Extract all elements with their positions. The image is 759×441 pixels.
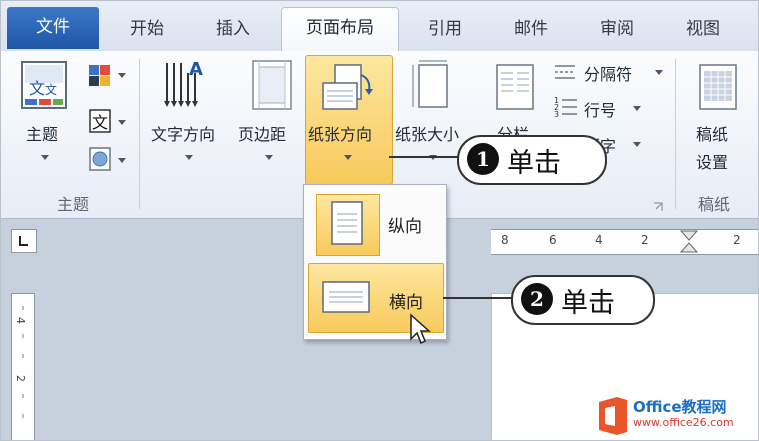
manuscript-label-2[interactable]: 设置: [696, 149, 728, 173]
portrait-page-icon: [331, 201, 363, 245]
watermark: Office教程网 www.office26.com: [591, 394, 756, 438]
breaks-label[interactable]: 分隔符: [584, 61, 632, 85]
theme-colors-icon[interactable]: [89, 63, 129, 87]
ribbon-separator: [139, 59, 140, 209]
tab-selector[interactable]: [11, 229, 37, 253]
callout-1: 1 单击: [457, 135, 607, 185]
orientation-arrow[interactable]: [344, 155, 352, 160]
ruler-number: 2: [733, 233, 741, 247]
text-direction-arrow[interactable]: [185, 155, 193, 160]
themes-icon[interactable]: 文文: [21, 61, 67, 111]
tab-home[interactable]: 开始: [109, 9, 185, 51]
size-label[interactable]: 纸张大小: [395, 121, 459, 145]
watermark-url: www.office26.com: [633, 416, 734, 429]
theme-effects-icon[interactable]: [89, 147, 129, 173]
tab-file[interactable]: 文件: [7, 7, 99, 49]
callout-2-leader: [443, 297, 513, 299]
portrait-label: 纵向: [388, 217, 422, 237]
tab-view[interactable]: 视图: [665, 9, 741, 51]
ribbon-tab-strip: 文件 开始 插入 页面布局 引用 邮件 审阅 视图: [1, 1, 758, 53]
manuscript-label-1[interactable]: 稿纸: [696, 121, 728, 145]
manuscript-icon[interactable]: [698, 63, 738, 113]
margins-icon[interactable]: [249, 59, 295, 115]
tab-mailings[interactable]: 邮件: [493, 9, 569, 51]
ruler-number: 2: [641, 233, 649, 247]
breaks-icon[interactable]: [553, 63, 579, 83]
breaks-arrow[interactable]: [655, 70, 663, 75]
text-direction-label[interactable]: 文字方向: [151, 121, 215, 145]
svg-text:文: 文: [45, 82, 57, 97]
svg-text:3: 3: [554, 110, 559, 119]
landscape-label: 横向: [389, 293, 423, 313]
ruler-number: 4: [595, 233, 603, 247]
text-direction-icon[interactable]: A: [161, 59, 211, 115]
manuscript-group-label: 稿纸: [698, 195, 731, 214]
columns-icon[interactable]: [495, 63, 535, 113]
orientation-label[interactable]: 纸张方向: [308, 121, 372, 145]
callout-2-number: 2: [521, 283, 553, 315]
ruler-number: 4: [14, 317, 27, 324]
mouse-pointer-icon: [410, 313, 431, 345]
ruler-number: 8: [501, 233, 509, 247]
callout-2: 2 单击: [511, 275, 655, 325]
margins-arrow[interactable]: [265, 155, 273, 160]
line-numbers-arrow[interactable]: [633, 106, 641, 111]
line-numbers-label[interactable]: 行号: [584, 97, 616, 121]
tab-references[interactable]: 引用: [407, 9, 483, 51]
size-icon[interactable]: [409, 59, 455, 115]
svg-text:文: 文: [92, 113, 108, 132]
themes-group-label: 主题: [57, 195, 90, 214]
callout-1-text: 单击: [507, 148, 561, 179]
tab-insert[interactable]: 插入: [195, 9, 271, 51]
callout-1-number: 1: [467, 143, 499, 175]
indent-marker-icon[interactable]: [679, 230, 699, 254]
ruler-number: 6: [549, 233, 557, 247]
horizontal-ruler[interactable]: 8 6 4 2 2: [491, 229, 758, 255]
vertical-ruler[interactable]: 4 2: [11, 293, 35, 440]
svg-text:A: A: [189, 59, 203, 80]
page-setup-launcher-icon[interactable]: [653, 197, 663, 211]
tab-review[interactable]: 审阅: [579, 9, 655, 51]
ruler-number: 2: [14, 375, 27, 382]
svg-text:文: 文: [29, 79, 45, 98]
theme-fonts-icon[interactable]: 文: [89, 109, 129, 135]
word-window: 文件 开始 插入 页面布局 引用 邮件 审阅 视图 文文 主题 文 主题 A 文…: [0, 0, 759, 441]
office-logo-icon: [599, 397, 627, 435]
ribbon-separator: [675, 59, 676, 209]
themes-label[interactable]: 主题: [26, 121, 58, 145]
orientation-icon[interactable]: [321, 61, 375, 115]
landscape-page-icon: [322, 281, 370, 313]
callout-2-text: 单击: [561, 288, 615, 319]
line-numbers-icon[interactable]: 123: [553, 95, 579, 119]
menu-item-portrait[interactable]: 纵向: [308, 190, 442, 258]
themes-dropdown-arrow[interactable]: [41, 155, 49, 160]
watermark-brand: Office教程网: [633, 398, 727, 416]
margins-label[interactable]: 页边距: [238, 121, 286, 145]
tab-page-layout[interactable]: 页面布局: [281, 7, 399, 53]
hyphenation-arrow[interactable]: [633, 142, 641, 147]
callout-1-leader: [389, 156, 459, 158]
